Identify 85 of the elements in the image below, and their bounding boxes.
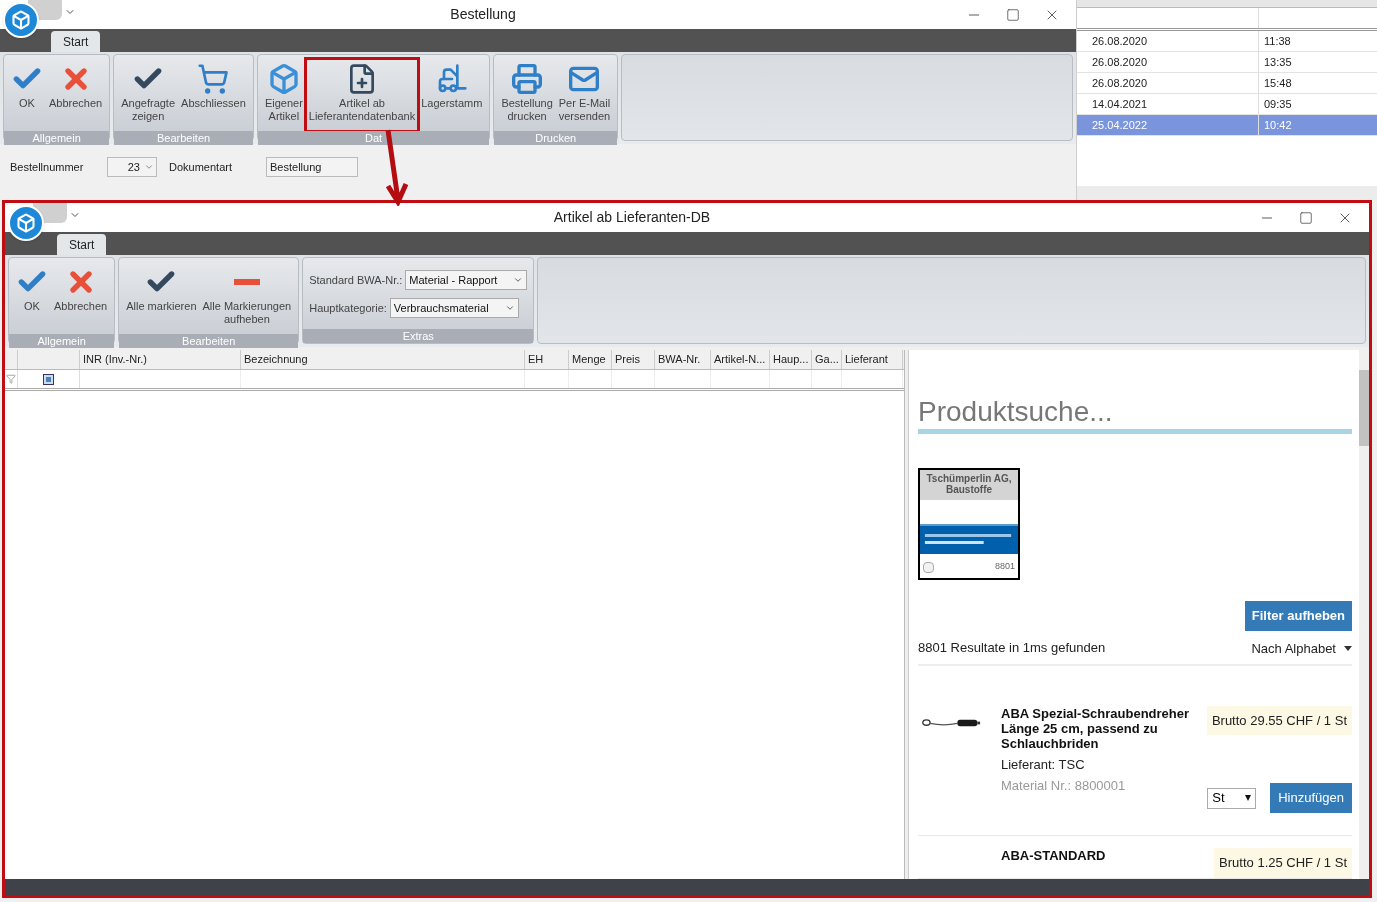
caret-icon	[513, 275, 524, 285]
dropdown-label: Standard BWA-Nr.:	[309, 272, 403, 288]
result-count: 8801	[994, 560, 1015, 574]
results-summary: 8801 Resultate in 1ms gefunden	[918, 638, 1106, 657]
column-header[interactable]: Preis	[612, 350, 655, 369]
group-label: Bearbeiten	[119, 334, 299, 348]
window-title: Artikel ab Lieferanten-DB	[553, 208, 711, 227]
table-row[interactable]: 26.08.2020 11:38	[1077, 31, 1377, 52]
table-cell-text: 11:38	[1263, 34, 1292, 49]
table-cell-text: 15:48	[1263, 76, 1293, 91]
product-name: ABA-STANDARD	[1001, 848, 1107, 863]
group-label: Bearbeiten	[114, 131, 253, 145]
supplier-filter-tile[interactable]: Tschümperlin AG, Baustoffe 8801	[918, 468, 1020, 580]
cart-icon	[197, 63, 230, 95]
search-field[interactable]: Produktsuche...	[918, 394, 1352, 434]
table-cell-text: 09:35	[1263, 97, 1293, 112]
ribbon-button[interactable]: Artikel ab Lieferantendatenbank	[305, 59, 419, 131]
ribbon-button[interactable]: Angefragte zeigen	[118, 59, 179, 131]
field-label: Dokumentart	[169, 159, 233, 175]
caret-icon	[1344, 646, 1352, 652]
caret-icon	[504, 303, 515, 313]
ribbon-button[interactable]: Alle Markierungen aufheben	[199, 262, 295, 334]
ribbon-button[interactable]: Lagerstamm	[418, 59, 486, 131]
ribbon-button[interactable]: Alle markieren	[123, 262, 200, 334]
printer-icon	[511, 63, 544, 95]
table-cell: 26.08.2020	[1087, 52, 1259, 72]
maximize-icon[interactable]	[1299, 210, 1313, 225]
table-cell-text: 13:35	[1263, 55, 1293, 70]
column-header[interactable]: INR (Inv.-Nr.)	[80, 350, 241, 369]
table-row[interactable]: 26.08.2020 15:48	[1077, 73, 1377, 94]
sort-dropdown[interactable]: Nach Alphabet	[1251, 636, 1352, 659]
minus-icon	[233, 279, 260, 285]
material-number: Material Nr.: 8800001	[1001, 777, 1127, 795]
group-label: Dat	[257, 131, 490, 145]
caret-icon	[1245, 795, 1252, 801]
scrollbar[interactable]	[1359, 350, 1369, 879]
table-cell: 14.04.2021	[1087, 94, 1259, 114]
price-tag: Brutto 29.55 CHF / 1 St	[1206, 705, 1352, 735]
column-header[interactable]: BWA-Nr.	[655, 350, 711, 369]
text-field[interactable]: Bestellung	[266, 157, 358, 177]
table-cell-text: 10:42	[1263, 118, 1293, 133]
group-label: Allgemein	[9, 334, 115, 348]
column-header[interactable]: EH	[525, 350, 569, 369]
filter-icon[interactable]	[6, 374, 16, 384]
field-label: Bestellnummer	[10, 159, 85, 175]
dropdown[interactable]: Verbrauchsmaterial	[389, 298, 519, 318]
ribbon-tab[interactable]: Start	[51, 31, 101, 52]
dropdown[interactable]: Material - Rapport	[405, 270, 528, 290]
dropdown-label: Hauptkategorie:	[309, 300, 387, 316]
price-tag: Brutto 1.25 CHF / 1 St	[1214, 848, 1352, 878]
group-label: Drucken	[494, 131, 618, 145]
column-header[interactable]: Artikel-N...	[711, 350, 770, 369]
table-cell: 26.08.2020	[1087, 73, 1259, 93]
add-button[interactable]: Hinzufügen	[1270, 783, 1352, 813]
cube-icon	[267, 63, 300, 95]
ribbon-button[interactable]: Per E-Mail versenden	[555, 59, 614, 131]
ribbon-button[interactable]: Abschliessen	[178, 59, 249, 131]
clear-filter-button[interactable]: Filter aufheben	[1244, 601, 1352, 631]
column-header[interactable]: Menge	[569, 350, 612, 369]
number-spinner[interactable]: 23	[107, 157, 157, 177]
ribbon-button[interactable]: Abbrechen	[51, 262, 111, 334]
spinner-arrows-icon[interactable]	[144, 162, 154, 172]
window-title: Bestellung	[450, 5, 516, 24]
column-header[interactable]: Ga...	[812, 350, 842, 369]
ribbon-button[interactable]: OK	[13, 262, 51, 334]
supplier-text: Lieferant: TSC	[1001, 755, 1086, 774]
ribbon-button[interactable]: OK	[8, 59, 46, 131]
table-cell: 26.08.2020	[1087, 31, 1259, 51]
ribbon-button[interactable]: Bestellung drucken	[498, 59, 556, 131]
supplier-name: Tschümperlin AG, Baustoffe	[920, 470, 1018, 500]
maximize-icon[interactable]	[1006, 7, 1020, 22]
table-cell: 25.04.2022	[1087, 115, 1259, 135]
group-label: Extras	[303, 329, 534, 343]
column-header[interactable]: Bezeichnung	[241, 350, 525, 369]
ribbon-button[interactable]: Abbrechen	[46, 59, 106, 131]
group-label: Allgemein	[4, 131, 110, 145]
product-name: ABA Spezial-Schraubendreher Länge 25 cm, passend zu Schlauchbriden	[1001, 705, 1191, 751]
column-header[interactable]: Lieferant	[842, 350, 903, 369]
unit-select[interactable]: St	[1207, 787, 1257, 809]
select-all-checkbox-icon[interactable]	[43, 373, 54, 385]
table-row[interactable]: 26.08.2020 13:35	[1077, 52, 1377, 73]
column-header[interactable]: Haup...	[770, 350, 812, 369]
checkbox[interactable]	[923, 561, 934, 573]
ribbon-button[interactable]: Eigener Artikel	[261, 59, 306, 131]
ribbon-tab[interactable]: Start	[57, 234, 107, 255]
